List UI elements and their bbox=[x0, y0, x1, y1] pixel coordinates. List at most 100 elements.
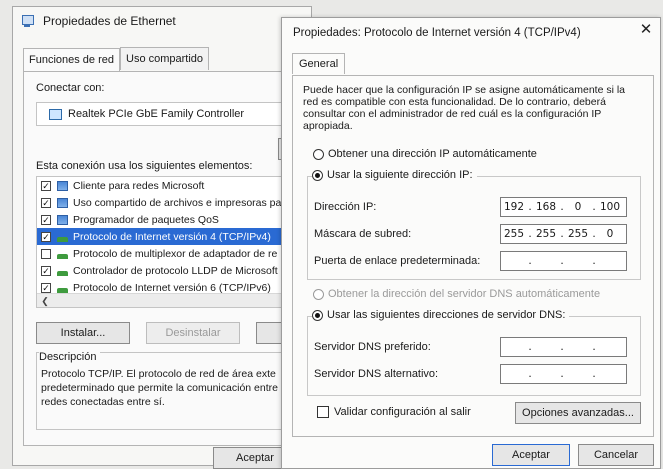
manual-ip-radio[interactable] bbox=[312, 169, 323, 181]
auto-ip-label: Obtener una dirección IP automáticamente bbox=[328, 148, 537, 160]
general-panel: Puede hacer que la configuración IP se a… bbox=[292, 75, 654, 437]
networking-panel: Conectar con: Realtek PCIe GbE Family Co… bbox=[23, 71, 316, 446]
manual-dns-radio[interactable] bbox=[312, 309, 323, 321]
monitor-icon bbox=[57, 180, 68, 191]
item-checkbox[interactable] bbox=[41, 248, 51, 259]
list-item-selected[interactable]: ✓ Protocolo de Internet versión 4 (TCP/I… bbox=[37, 228, 315, 245]
advanced-options-button[interactable]: Opciones avanzadas... bbox=[515, 402, 641, 424]
network-adapter-icon bbox=[21, 14, 35, 28]
ip-octet[interactable]: 0 bbox=[565, 201, 591, 213]
preferred-dns-label: Servidor DNS preferido: bbox=[314, 341, 431, 353]
install-button[interactable]: Instalar... bbox=[36, 322, 130, 344]
intro-line: Puede hacer que la configuración IP se a… bbox=[303, 84, 626, 96]
intro-line: consultar con el administrador de red cu… bbox=[303, 108, 602, 120]
octet-dot: . bbox=[592, 255, 596, 267]
list-item[interactable]: ✓ Controlador de protocolo LLDP de Micro… bbox=[37, 262, 315, 279]
ip-octet[interactable]: 255 bbox=[565, 228, 591, 240]
auto-ip-option[interactable]: Obtener una dirección IP automáticamente bbox=[313, 148, 537, 160]
ip-octet[interactable]: 100 bbox=[597, 201, 623, 213]
item-checkbox[interactable]: ✓ bbox=[41, 231, 51, 242]
octet-dot: . bbox=[528, 368, 532, 380]
item-label: Protocolo de Internet versión 4 (TCP/IPv… bbox=[73, 230, 271, 243]
ip-octet[interactable]: 192 bbox=[501, 201, 527, 213]
ip-address-label: Dirección IP: bbox=[314, 201, 377, 213]
octet-dot: . bbox=[592, 341, 596, 353]
adapter-icon bbox=[49, 108, 62, 120]
octet-dot: . bbox=[528, 255, 532, 267]
list-item[interactable]: Protocolo de multiplexor de adaptador de… bbox=[37, 245, 315, 262]
ipv4-properties-dialog: Propiedades: Protocolo de Internet versi… bbox=[281, 17, 661, 469]
intro-line: red es compatible con esta funcionalidad… bbox=[303, 96, 606, 108]
item-label: Cliente para redes Microsoft bbox=[73, 179, 205, 192]
ip-octet[interactable]: 0 bbox=[597, 228, 623, 240]
close-icon[interactable]: ✕ bbox=[638, 22, 654, 38]
item-checkbox[interactable]: ✓ bbox=[41, 265, 51, 276]
description-text: Protocolo TCP/IP. El protocolo de red de… bbox=[41, 367, 321, 409]
item-label: Uso compartido de archivos e impresoras … bbox=[73, 196, 282, 209]
octet-dot: . bbox=[560, 255, 564, 267]
list-item[interactable]: ✓ Uso compartido de archivos e impresora… bbox=[37, 194, 315, 211]
ip-octet[interactable]: 255 bbox=[533, 228, 559, 240]
intro-text: Puede hacer que la configuración IP se a… bbox=[303, 84, 643, 132]
description-line: predeterminado que permite la comunicaci… bbox=[41, 382, 278, 394]
subnet-mask-field[interactable]: 255. 255. 255. 0 bbox=[500, 224, 627, 244]
cancel-button[interactable]: Cancelar bbox=[578, 444, 654, 466]
tab-networking[interactable]: Funciones de red bbox=[23, 48, 120, 71]
octet-dot: . bbox=[528, 341, 532, 353]
tab-sharing[interactable]: Uso compartido bbox=[120, 47, 210, 70]
list-item[interactable]: ✓ Cliente para redes Microsoft bbox=[37, 177, 315, 194]
ip-octet[interactable]: 168 bbox=[533, 201, 559, 213]
auto-ip-radio[interactable] bbox=[313, 148, 324, 160]
list-item[interactable]: ✓ Programador de paquetes QoS bbox=[37, 211, 315, 228]
item-label: Protocolo de Internet versión 6 (TCP/IPv… bbox=[73, 281, 271, 294]
accept-button[interactable]: Aceptar bbox=[492, 444, 570, 466]
window-title: Propiedades de Ethernet bbox=[43, 14, 176, 28]
intro-line: apropiada. bbox=[303, 120, 353, 132]
item-checkbox[interactable]: ✓ bbox=[41, 282, 51, 293]
network-icon bbox=[57, 270, 68, 276]
elements-label: Esta conexión usa los siguientes element… bbox=[36, 160, 253, 172]
adapter-name: Realtek PCIe GbE Family Controller bbox=[68, 108, 245, 120]
dialog-title: Propiedades: Protocolo de Internet versi… bbox=[293, 27, 581, 39]
components-list[interactable]: ✓ Cliente para redes Microsoft ✓ Uso com… bbox=[36, 176, 316, 308]
dns-group: Usar las siguientes direcciones de servi… bbox=[307, 309, 641, 396]
description-line: Protocolo TCP/IP. El protocolo de red de… bbox=[41, 368, 276, 380]
octet-dot: . bbox=[560, 341, 564, 353]
item-checkbox[interactable]: ✓ bbox=[41, 214, 51, 225]
manual-ip-option[interactable]: Usar la siguiente dirección IP: bbox=[312, 169, 477, 181]
item-label: Protocolo de multiplexor de adaptador de… bbox=[73, 247, 278, 260]
network-icon bbox=[57, 287, 68, 293]
uninstall-button: Desinstalar bbox=[146, 322, 240, 344]
item-label: Programador de paquetes QoS bbox=[73, 213, 219, 226]
validate-option[interactable]: Validar configuración al salir bbox=[317, 406, 471, 418]
item-checkbox[interactable]: ✓ bbox=[41, 180, 51, 191]
item-label: Controlador de protocolo LLDP de Microso… bbox=[73, 264, 278, 277]
horizontal-scrollbar[interactable]: ❮ bbox=[37, 293, 315, 307]
gateway-field[interactable]: . . . bbox=[500, 251, 627, 271]
gateway-label: Puerta de enlace predeterminada: bbox=[314, 255, 481, 267]
preferred-dns-field[interactable]: . . . bbox=[500, 337, 627, 357]
subnet-mask-label: Máscara de subred: bbox=[314, 228, 412, 240]
window-title-bar: Propiedades de Ethernet bbox=[21, 14, 176, 28]
network-icon bbox=[57, 236, 68, 242]
ethernet-properties-window: Propiedades de Ethernet Funciones de red… bbox=[12, 6, 316, 469]
tab-strip: Funciones de red Uso compartido bbox=[23, 47, 210, 71]
scroll-left-icon[interactable]: ❮ bbox=[39, 295, 51, 307]
ip-address-group: Usar la siguiente dirección IP: Direcció… bbox=[307, 169, 641, 280]
tab-general[interactable]: General bbox=[292, 53, 346, 74]
description-line: redes conectadas entre sí. bbox=[41, 396, 165, 408]
validate-checkbox[interactable] bbox=[317, 406, 329, 418]
manual-dns-option[interactable]: Usar las siguientes direcciones de servi… bbox=[312, 309, 570, 321]
octet-dot: . bbox=[560, 368, 564, 380]
auto-dns-option: Obtener la dirección del servidor DNS au… bbox=[313, 288, 600, 300]
description-title: Descripción bbox=[39, 351, 101, 363]
connect-label: Conectar con: bbox=[36, 82, 105, 94]
alternate-dns-field[interactable]: . . . bbox=[500, 364, 627, 384]
ip-octet[interactable]: 255 bbox=[501, 228, 527, 240]
network-icon bbox=[57, 253, 68, 259]
monitor-icon bbox=[57, 197, 68, 208]
item-checkbox[interactable]: ✓ bbox=[41, 197, 51, 208]
auto-dns-label: Obtener la dirección del servidor DNS au… bbox=[328, 288, 601, 300]
ip-address-field[interactable]: 192. 168. 0. 100 bbox=[500, 197, 627, 217]
adapter-display: Realtek PCIe GbE Family Controller bbox=[36, 102, 316, 126]
